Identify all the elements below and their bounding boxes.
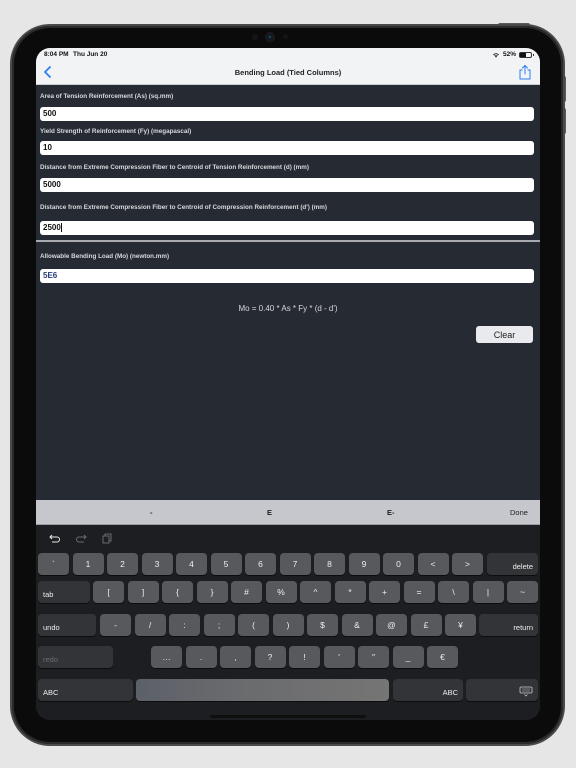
abc-key-right[interactable]: ABC	[393, 679, 463, 701]
key[interactable]: /	[134, 614, 166, 636]
key[interactable]: 6	[245, 553, 276, 575]
key[interactable]: ¥	[445, 614, 476, 636]
key[interactable]: +	[369, 581, 400, 603]
key[interactable]: !	[289, 646, 320, 668]
key[interactable]: .	[185, 646, 217, 668]
key[interactable]: (	[238, 614, 269, 636]
key[interactable]: _	[392, 646, 424, 668]
key[interactable]: *	[334, 581, 366, 603]
status-date: Thu Jun 20	[73, 51, 108, 58]
paste-icon[interactable]	[101, 532, 113, 544]
keyboard-dismiss-key[interactable]	[466, 679, 538, 701]
key[interactable]: …	[151, 646, 182, 668]
key[interactable]: >	[452, 553, 483, 575]
key[interactable]: ′	[323, 646, 355, 668]
as-label: Area of Tension Reinforcement (As) (sq.m…	[40, 93, 174, 100]
tab-key[interactable]: tab	[38, 581, 90, 603]
key[interactable]: -	[100, 614, 131, 636]
key[interactable]: ″	[358, 646, 389, 668]
shortcut-bar	[36, 525, 540, 549]
page-title: Bending Load (Tied Columns)	[234, 68, 342, 77]
key[interactable]: &	[341, 614, 373, 636]
negative-exponent-key[interactable]: E-	[387, 508, 395, 517]
formula-text: Mo = 0.40 * As * Fy * (d - d')	[238, 304, 338, 313]
navigation-bar: Bending Load (Tied Columns)	[36, 60, 540, 85]
home-indicator	[210, 715, 366, 718]
mo-label: Allowable Bending Load (Mo) (newton.mm)	[40, 253, 170, 260]
d-input[interactable]: 5000	[40, 178, 534, 192]
key[interactable]: £	[410, 614, 442, 636]
sensor	[252, 34, 258, 40]
key[interactable]: @	[376, 614, 407, 636]
status-time: 8:04 PM	[44, 51, 69, 58]
fy-label: Yield Strength of Reinforcement (Fy) (me…	[40, 128, 192, 135]
d-prime-label: Distance from Extreme Compression Fiber …	[40, 204, 327, 211]
key[interactable]: ;	[203, 614, 235, 636]
key[interactable]: $	[307, 614, 338, 636]
undo-key[interactable]: undo	[38, 614, 96, 636]
key[interactable]: %	[265, 581, 297, 603]
key[interactable]: 2	[107, 553, 138, 575]
undo-icon[interactable]	[49, 532, 61, 544]
done-button[interactable]: Done	[510, 508, 528, 517]
return-key[interactable]: return	[479, 614, 538, 636]
key[interactable]: ?	[254, 646, 286, 668]
text-cursor	[60, 223, 62, 233]
clear-button[interactable]: Clear	[476, 326, 533, 343]
key[interactable]: ,	[220, 646, 251, 668]
fy-input[interactable]: 10	[40, 141, 534, 155]
key[interactable]: 1	[72, 553, 104, 575]
key[interactable]: `	[38, 553, 69, 575]
share-icon[interactable]	[518, 64, 532, 80]
key[interactable]: 3	[141, 553, 173, 575]
key[interactable]: \	[438, 581, 469, 603]
key[interactable]: <	[417, 553, 449, 575]
key[interactable]: ]	[127, 581, 159, 603]
keyboard-accessory-bar: - E E- Done	[36, 500, 540, 525]
key[interactable]: ~	[507, 581, 538, 603]
camera	[266, 33, 274, 41]
key[interactable]: :	[169, 614, 200, 636]
battery-icon	[519, 51, 534, 58]
key[interactable]: {	[162, 581, 193, 603]
screen: 8:04 PM Thu Jun 20 52% Bending Load (Tie…	[36, 48, 540, 720]
delete-key[interactable]: delete	[486, 553, 538, 575]
key[interactable]: 5	[210, 553, 242, 575]
key[interactable]: 7	[279, 553, 311, 575]
d-prime-value: 2500	[43, 223, 61, 232]
key[interactable]: 9	[348, 553, 380, 575]
battery-percent: 52%	[502, 51, 516, 58]
abc-key-left[interactable]: ABC	[38, 679, 133, 701]
d-prime-input[interactable]: 2500	[40, 221, 534, 235]
redo-icon[interactable]	[75, 532, 87, 544]
section-divider	[36, 240, 540, 242]
wifi-icon	[492, 52, 499, 58]
key[interactable]: )	[272, 614, 304, 636]
key[interactable]: =	[403, 581, 435, 603]
keyboard: ` 1 2 3 4 5 6 7 8 9 0 < > delete tab[]{} #% ^ * + = \ | ~ undo -…	[36, 525, 540, 720]
keyboard-dismiss-icon	[519, 686, 533, 697]
battery-level	[520, 52, 526, 57]
d-label: Distance from Extreme Compression Fiber …	[40, 164, 309, 171]
key[interactable]: #	[231, 581, 262, 603]
sensor	[283, 34, 288, 39]
key[interactable]: 4	[176, 553, 207, 575]
key[interactable]: 8	[314, 553, 345, 575]
status-bar: 8:04 PM Thu Jun 20 52%	[36, 48, 540, 60]
as-input[interactable]: 500	[40, 107, 534, 121]
exponent-key[interactable]: E	[267, 508, 272, 517]
space-bar[interactable]	[136, 679, 389, 701]
redo-key[interactable]: redo	[38, 646, 113, 668]
key[interactable]: |	[472, 581, 504, 603]
key[interactable]: €	[427, 646, 458, 668]
minus-key[interactable]: -	[150, 508, 153, 517]
key[interactable]: [	[93, 581, 124, 603]
key[interactable]: 0	[383, 553, 414, 575]
mo-result-field[interactable]: 5E6	[40, 269, 534, 283]
key[interactable]: }	[196, 581, 228, 603]
status-indicators: 52%	[492, 51, 534, 58]
key[interactable]: ^	[300, 581, 331, 603]
